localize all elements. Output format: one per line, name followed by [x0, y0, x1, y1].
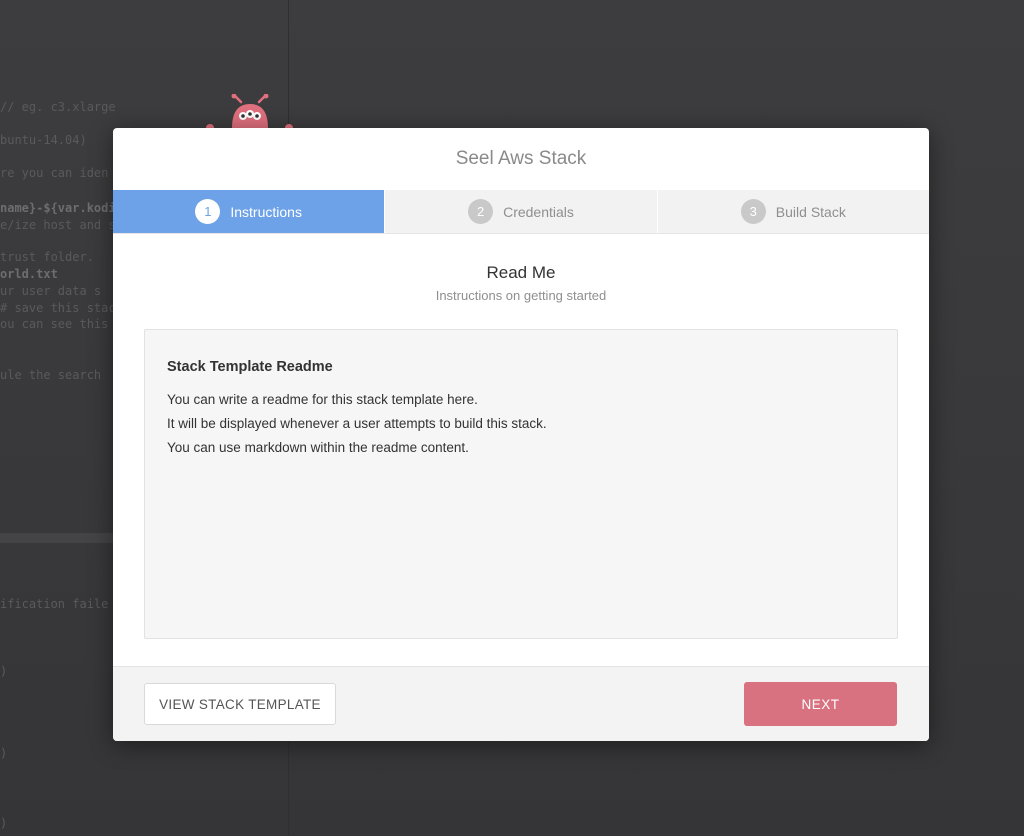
readme-line: You can write a readme for this stack te…: [167, 392, 478, 407]
section-subtitle: Instructions on getting started: [435, 288, 607, 303]
step-build-stack[interactable]: 3 Build Stack: [657, 190, 929, 233]
code-line: ur user data s: [0, 284, 102, 298]
code-line: ): [0, 816, 8, 830]
step-number: 1: [195, 199, 221, 224]
code-line: trust folder.: [0, 250, 94, 264]
code-line: // eg. c3.xlarge: [0, 100, 116, 114]
readme-line: It will be displayed whenever a user att…: [167, 416, 547, 431]
section-title: Read Me: [486, 263, 556, 282]
step-tabs: 1 Instructions 2 Credentials 3 Build Sta…: [113, 190, 929, 234]
code-line: ou can see this: [0, 317, 109, 331]
code-line: ): [0, 746, 8, 760]
step-credentials[interactable]: 2 Credentials: [385, 190, 658, 233]
step-label: Instructions: [230, 203, 302, 220]
readme-content: Stack Template Readme You can write a re…: [144, 329, 898, 639]
editor-scrollbar: [0, 533, 113, 543]
readme-line: You can use markdown within the readme c…: [167, 440, 469, 455]
code-line: name}-${var.kodi: [0, 201, 116, 215]
next-button[interactable]: NEXT: [744, 682, 897, 726]
step-number: 2: [468, 199, 494, 224]
step-number: 3: [740, 199, 766, 224]
build-stack-modal: Seel Aws Stack 1 Instructions 2 Credenti…: [113, 128, 929, 741]
code-line: re you can iden: [0, 166, 109, 180]
code-line: orld.txt: [0, 267, 58, 281]
modal-title: Seel Aws Stack: [455, 148, 587, 169]
step-label: Build Stack: [775, 203, 846, 220]
code-line: e/ize host and so: [0, 218, 123, 232]
step-label: Credentials: [503, 203, 574, 220]
modal-footer: VIEW STACK TEMPLATE NEXT: [113, 666, 929, 741]
readme-heading: Stack Template Readme: [167, 359, 333, 375]
code-line: # save this stac: [0, 301, 116, 315]
step-instructions[interactable]: 1 Instructions: [113, 190, 386, 233]
code-line: ule the search: [0, 368, 102, 382]
view-stack-template-button[interactable]: VIEW STACK TEMPLATE: [144, 683, 336, 725]
code-line: ): [0, 664, 8, 678]
code-line: ification faile: [0, 597, 109, 611]
code-line: buntu-14.04): [0, 133, 87, 147]
